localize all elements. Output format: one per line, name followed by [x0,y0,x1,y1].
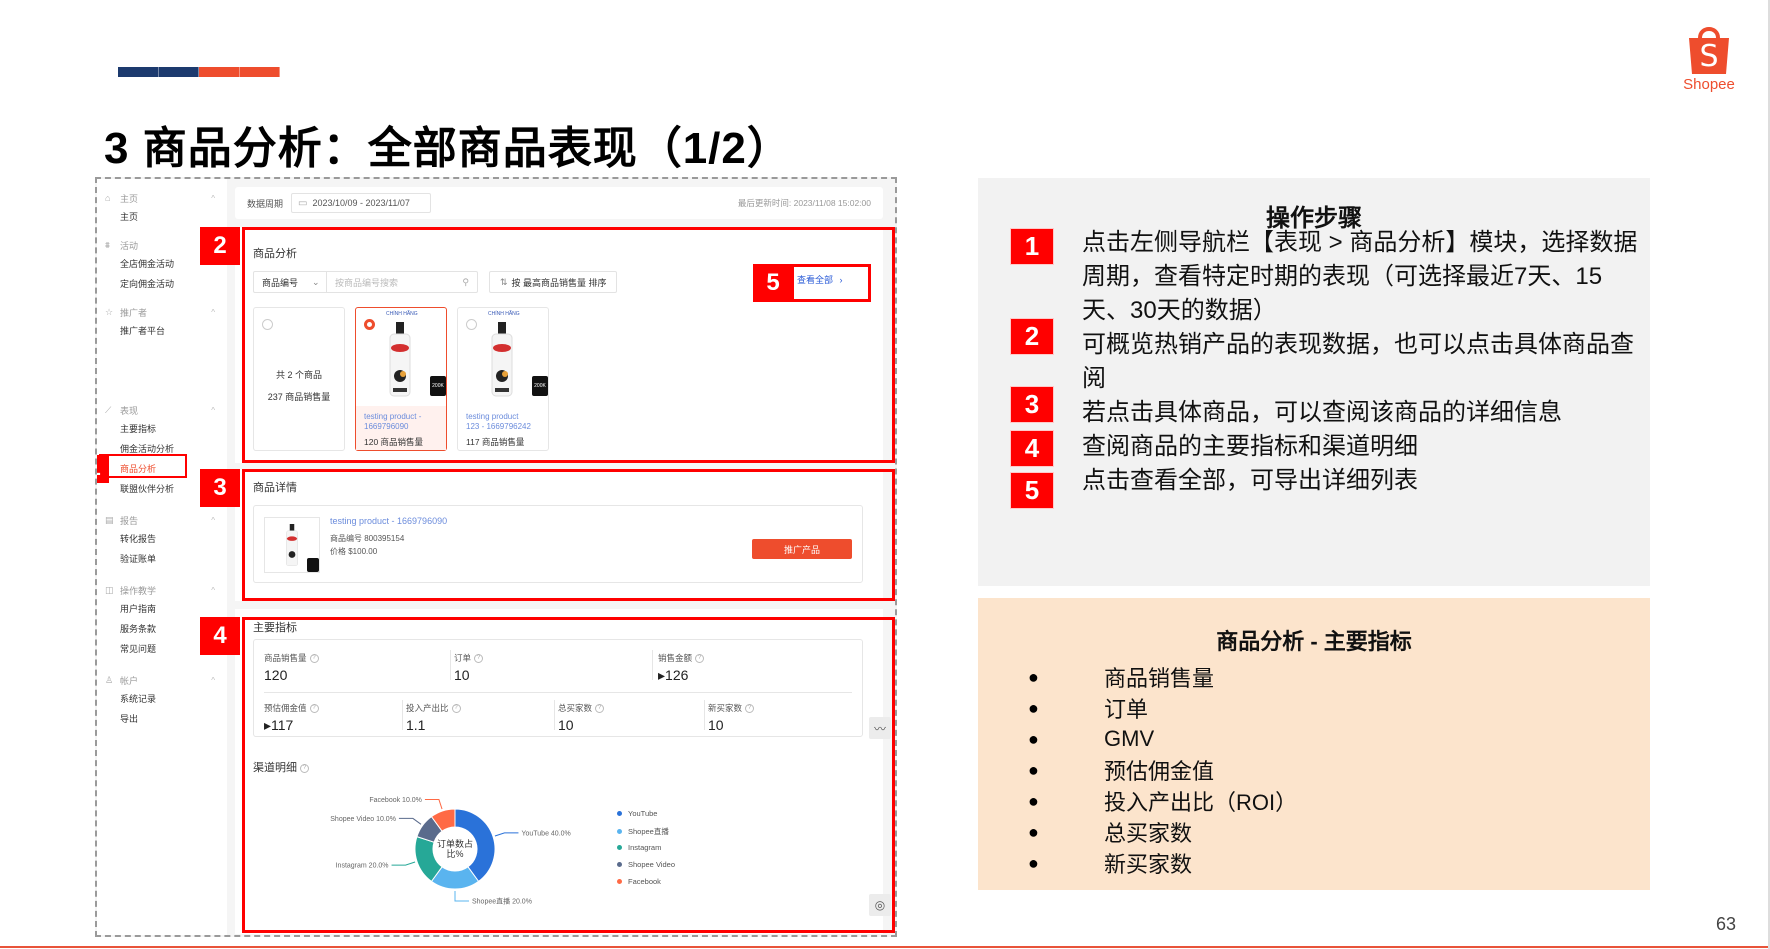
sidebar-group-home: ⌂ 主页 ^ 主页 [97,189,227,227]
callout-number-5: 5 [753,264,793,302]
chevron-up-icon: ^ [211,193,215,203]
page-title: 3 商品分析：全部商品表现（1/2） [104,124,792,173]
steps-panel: 操作步骤 1 点击左侧导航栏【表现 > 商品分析】模块，选择数据周期，查看特定时… [978,178,1650,586]
step-number-4: 4 [1010,430,1054,467]
date-range-picker[interactable]: ▭ 2023/10/09 - 2023/11/07 [291,193,432,213]
sidebar-item-key-metrics[interactable]: 主要指标 [97,419,227,439]
bullet-text: 总买家数 [1104,821,1193,846]
metrics-bullet-item: ● 商品销售量 [1026,662,1214,692]
bullet-text: 预估佣金值 [1104,759,1215,784]
home-icon: ⌂ [105,193,111,203]
data-period-bar: 数据周期 ▭ 2023/10/09 - 2023/11/07 最后更新时间: 2… [235,187,883,219]
bullet-text: GMV [1104,726,1155,751]
metrics-bullet-item: ● 新买家数 [1026,848,1192,878]
metrics-summary-panel: 商品分析 - 主要指标 ● 商品销售量 ● 订单 ● GMV ● 预估佣金值 ● 投入产出比（RO… [978,598,1650,890]
sidebar-item-validated-bill[interactable]: 验证账单 [97,549,227,569]
book-icon: ◫ [105,584,114,595]
last-updated: 最后更新时间: 2023/11/08 15:02:00 [737,198,871,208]
sidebar-group-header[interactable]: ☆ 推广者 ^ [97,303,227,321]
user-icon: ♙ [105,674,114,685]
page-number: 63 [1716,914,1737,934]
step-text-2: 可概览热销产品的表现数据，也可以点击具体商品查阅 [1082,331,1634,392]
bullet-icon: ● [1028,821,1039,842]
chevron-up-icon: ^ [211,585,215,595]
callout-number-4: 4 [200,617,240,655]
callout-box-1 [99,454,187,478]
svg-text:S: S [1699,39,1718,74]
sidebar-group-header[interactable]: ▤ 报告 ^ [97,511,227,529]
chevron-up-icon: ^ [211,675,215,685]
sidebar-item-targeted-commission[interactable]: 定向佣金活动 [97,274,227,294]
metrics-bullet-item: ● 总买家数 [1026,817,1192,847]
step-number-1: 1 [1010,228,1054,265]
step-number-2: 2 [1010,318,1054,355]
calendar-icon: ▭ [298,197,308,209]
bottom-rule [0,946,1770,948]
period-label: 数据周期 [247,198,284,209]
step-text-1: 点击左侧导航栏【表现 > 商品分析】模块，选择数据周期，查看特定时期的表现（可选… [1082,229,1638,324]
bullet-text: 新买家数 [1104,852,1193,877]
callout-number-3: 3 [200,469,240,507]
metrics-bullet-item: ● GMV [1026,724,1154,754]
step-text-3: 若点击具体商品，可以查阅该商品的详细信息 [1082,399,1562,426]
sidebar-item-system-log[interactable]: 系统记录 [97,689,227,709]
sidebar-group-label: 操作教学 [120,585,157,596]
sidebar-item-promoter-platform[interactable]: 推广者平台 [97,321,227,341]
metrics-bullet-item: ● 预估佣金值 [1026,755,1214,785]
chevron-up-icon: ^ [211,405,215,415]
step-text-5: 点击查看全部，可导出详细列表 [1082,467,1418,494]
sidebar: ⌂ 主页 ^ 主页 ⩩ 活动 全店佣金活动 定向佣金活动 ☆ 推广者 ^ 推广者平台 ⟋ 表… [97,179,227,935]
chevron-up-icon: ^ [211,515,215,525]
sidebar-item-conversion-report[interactable]: 转化报告 [97,529,227,549]
bullet-icon: ● [1028,759,1039,780]
bullet-icon: ● [1028,666,1039,687]
sidebar-item-home[interactable]: 主页 [97,207,227,227]
step-number-3: 3 [1010,386,1054,423]
sidebar-group-label: 主页 [120,193,139,204]
bullet-icon: ● [1028,697,1039,718]
sidebar-group-header[interactable]: ◫ 操作教学 ^ [97,581,227,599]
callout-box-2 [242,227,895,463]
sidebar-group-account: ♙ 帐户 ^ 系统记录 导出 [97,671,227,729]
bullet-icon: ● [1028,790,1039,811]
bullet-text: 订单 [1104,697,1149,722]
metrics-summary-title: 商品分析 - 主要指标 [1216,629,1412,654]
promoter-icon: ☆ [105,306,114,317]
shopping-bag-icon: S [1689,27,1729,74]
logo-text: Shopee [1683,76,1735,93]
sidebar-group-label: 帐户 [120,675,139,686]
chevron-up-icon: ^ [211,307,215,317]
bullet-icon: ● [1028,728,1039,749]
sidebar-group-label: 表现 [120,405,139,416]
sidebar-item-user-guide[interactable]: 用户指南 [97,599,227,619]
metrics-bullet-item: ● 投入产出比（ROI） [1026,786,1297,816]
callout-number-1: 1 [97,455,109,483]
sidebar-group-header[interactable]: ⟋ 表现 ^ [97,401,227,419]
activity-icon: ⩩ [105,239,110,250]
step-number-5: 5 [1010,472,1054,509]
sidebar-group-report: ▤ 报告 ^ 转化报告 验证账单 [97,511,227,569]
sidebar-group-header[interactable]: ♙ 帐户 ^ [97,671,227,689]
accent-bar [118,67,280,77]
chart-icon: ⟋ [105,404,112,415]
sidebar-group-header[interactable]: ⌂ 主页 ^ [97,189,227,207]
report-icon: ▤ [105,514,114,525]
dashboard-screenshot: ⌂ 主页 ^ 主页 ⩩ 活动 全店佣金活动 定向佣金活动 ☆ 推广者 ^ 推广者平台 ⟋ 表… [95,177,897,937]
sidebar-group-label: 活动 [120,240,139,251]
step-text-4: 查阅商品的主要指标和渠道明细 [1082,433,1418,460]
callout-box-5 [791,264,871,302]
sidebar-group-label: 报告 [120,515,139,526]
sidebar-group-promoter: ☆ 推广者 ^ 推广者平台 [97,303,227,341]
callout-box-4 [242,617,895,933]
sidebar-item-export[interactable]: 导出 [97,709,227,729]
callout-number-2: 2 [200,227,240,265]
bullet-icon: ● [1028,852,1039,873]
callout-box-3 [242,469,895,601]
sidebar-group-label: 推广者 [120,307,148,318]
shopee-logo: S Shopee [1672,22,1746,93]
date-range-value: 2023/10/09 - 2023/11/07 [312,198,410,208]
metrics-bullet-item: ● 订单 [1026,693,1148,723]
bullet-text: 商品销售量 [1104,666,1215,691]
bullet-text: 投入产出比（ROI） [1104,790,1298,815]
